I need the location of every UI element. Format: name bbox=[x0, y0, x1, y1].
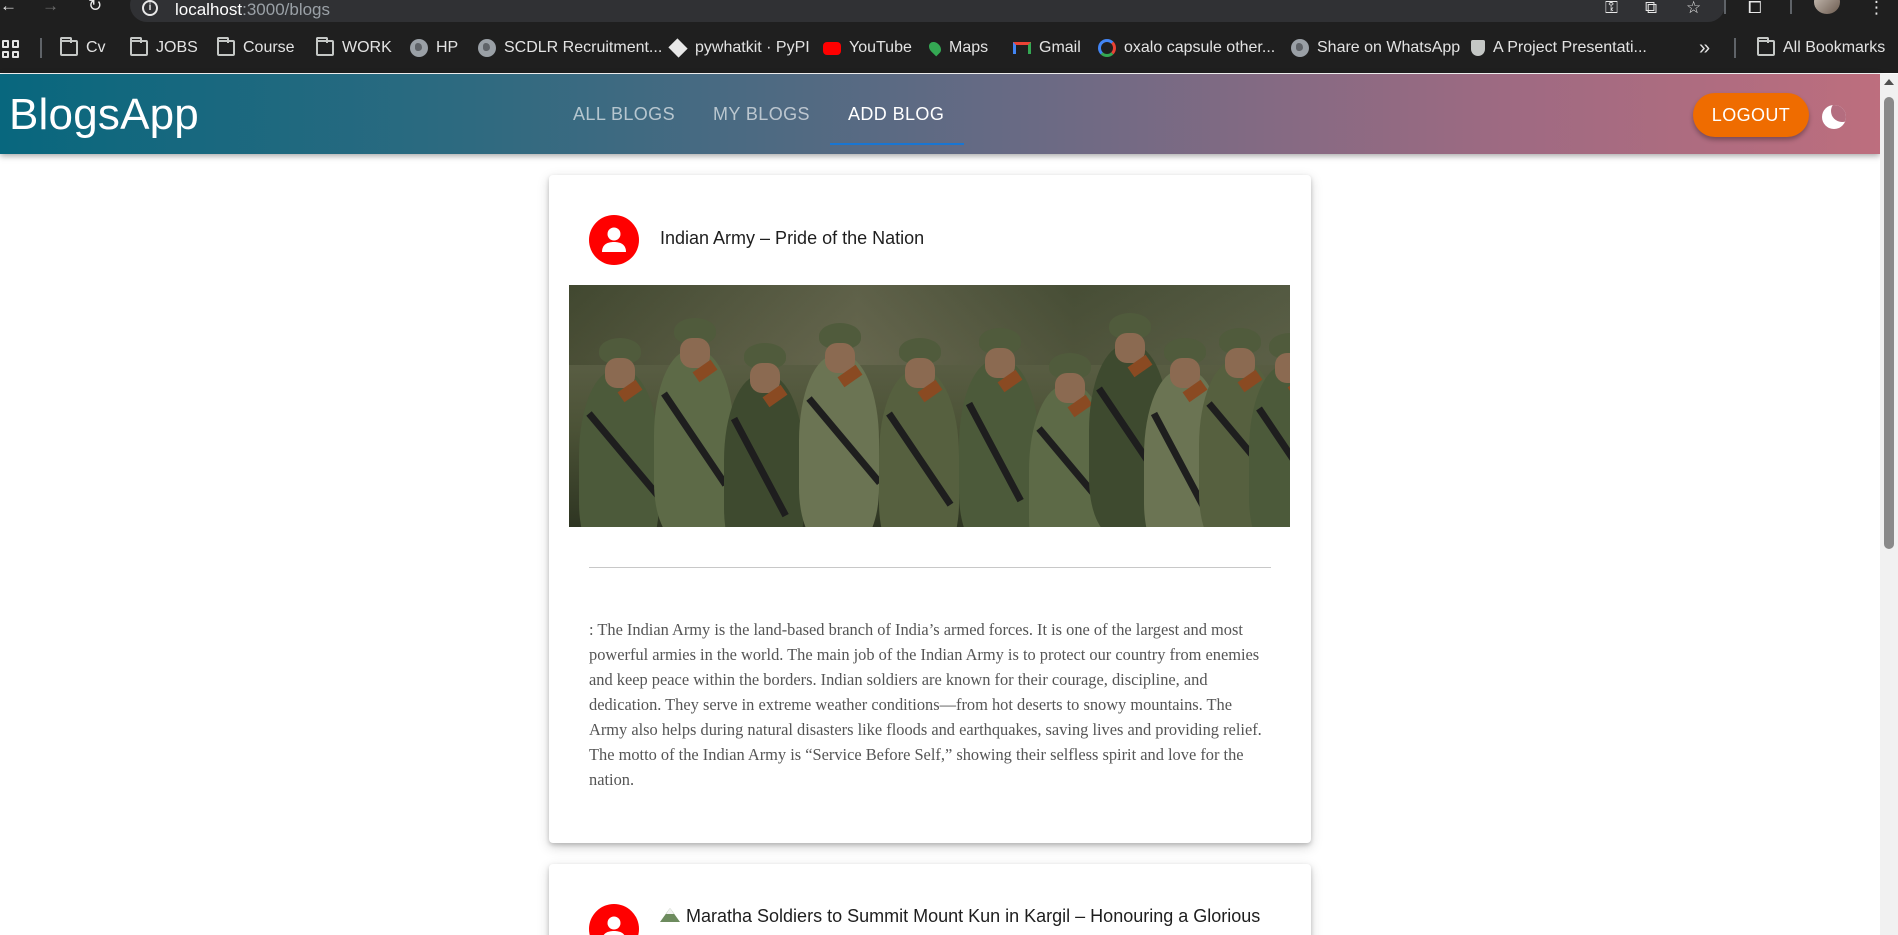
pypi-icon bbox=[668, 38, 688, 58]
bookmark-label: Cv bbox=[86, 39, 106, 56]
bookmark-project[interactable]: A Project Presentati... bbox=[1471, 38, 1647, 58]
profile-avatar[interactable] bbox=[1814, 0, 1840, 14]
youtube-icon bbox=[823, 41, 841, 55]
bookmark-label: SCDLR Recruitment... bbox=[504, 39, 663, 56]
globe-icon bbox=[1291, 39, 1309, 57]
bookmark-jobs[interactable]: JOBS bbox=[130, 37, 198, 58]
scrollbar-thumb[interactable] bbox=[1884, 97, 1894, 549]
shield-icon bbox=[1471, 40, 1485, 56]
all-bookmarks-button[interactable]: All Bookmarks bbox=[1757, 37, 1886, 58]
bookmark-whatsapp[interactable]: Share on WhatsApp bbox=[1291, 38, 1460, 58]
page-scrollbar[interactable] bbox=[1880, 74, 1898, 935]
url-host: localhost bbox=[175, 0, 243, 19]
bookmark-scdlr[interactable]: SCDLR Recruitment... bbox=[478, 38, 662, 58]
bookmark-hp[interactable]: HP bbox=[410, 38, 458, 58]
blog-description: : The Indian Army is the land-based bran… bbox=[589, 620, 1262, 789]
bookmark-label: Course bbox=[243, 39, 295, 56]
bookmark-label: pywhatkit · PyPI bbox=[695, 39, 810, 56]
person-icon bbox=[603, 916, 625, 935]
bookmark-label: Gmail bbox=[1039, 39, 1081, 56]
bookmark-label: WORK bbox=[342, 39, 392, 56]
menu-kebab-icon[interactable]: ⋮ bbox=[1868, 0, 1885, 18]
card-divider bbox=[589, 567, 1271, 568]
folder-icon bbox=[217, 37, 235, 56]
forward-icon[interactable]: → bbox=[42, 0, 59, 14]
maps-icon bbox=[926, 39, 944, 57]
bookmarks-separator bbox=[40, 38, 42, 58]
logout-button[interactable]: Logout bbox=[1693, 93, 1809, 137]
google-icon bbox=[1098, 39, 1116, 57]
toolbar-separator bbox=[1724, 0, 1726, 14]
key-icon[interactable]: ⚿ bbox=[1605, 0, 1618, 18]
apps-grid-icon[interactable] bbox=[2, 40, 20, 58]
toolbar-separator bbox=[1790, 0, 1792, 14]
photo-face bbox=[1275, 353, 1290, 383]
tab-my-blogs[interactable]: My Blogs bbox=[713, 104, 810, 125]
bookmark-label: Share on WhatsApp bbox=[1317, 39, 1461, 56]
avatar bbox=[589, 215, 639, 265]
bookmark-label: A Project Presentati... bbox=[1493, 39, 1647, 56]
folder-icon bbox=[1757, 37, 1775, 56]
app-header: BlogsApp All Blogs My Blogs Add Blog bbox=[0, 74, 1880, 154]
url-path: :3000/blogs bbox=[242, 0, 331, 19]
bookmarks-separator bbox=[1734, 38, 1736, 58]
folder-icon bbox=[316, 37, 334, 56]
blog-title-text: Maratha Soldiers to Summit Mount Kun in … bbox=[686, 906, 1261, 926]
avatar bbox=[589, 904, 639, 935]
bookmark-cv[interactable]: Cv bbox=[60, 37, 106, 58]
blog-image bbox=[569, 285, 1290, 527]
bookmark-course[interactable]: Course bbox=[217, 37, 295, 58]
person-icon bbox=[602, 227, 626, 252]
globe-icon bbox=[410, 39, 428, 57]
bookmark-gmail[interactable]: Gmail bbox=[1013, 38, 1081, 58]
back-icon[interactable]: ← bbox=[0, 0, 17, 14]
bookmark-maps[interactable]: Maps bbox=[926, 38, 989, 58]
install-app-icon[interactable]: ⧉ bbox=[1645, 0, 1657, 18]
moon-icon[interactable] bbox=[1822, 105, 1846, 129]
bookmark-pywhatkit[interactable]: pywhatkit · PyPI bbox=[668, 38, 810, 58]
active-tab-indicator bbox=[830, 143, 964, 145]
bookmark-oxalo[interactable]: oxalo capsule other... bbox=[1098, 38, 1275, 58]
extensions-icon[interactable]: ⧠ bbox=[1748, 0, 1762, 18]
mountain-icon bbox=[660, 908, 680, 922]
bookmark-youtube[interactable]: YouTube bbox=[823, 38, 912, 58]
blog-card: Maratha Soldiers to Summit Mount Kun in … bbox=[549, 864, 1311, 935]
bookmarks-overflow-button[interactable]: » bbox=[1699, 36, 1711, 59]
folder-icon bbox=[130, 37, 148, 56]
globe-icon bbox=[478, 39, 496, 57]
tab-all-blogs[interactable]: All Blogs bbox=[573, 104, 675, 125]
blog-title: Maratha Soldiers to Summit Mount Kun in … bbox=[660, 906, 1260, 927]
star-bookmark-icon[interactable]: ☆ bbox=[1686, 0, 1701, 18]
address-bar[interactable]: i localhost:3000/blogs bbox=[130, 0, 1725, 22]
bookmark-work[interactable]: WORK bbox=[316, 37, 392, 58]
bookmark-label: oxalo capsule other... bbox=[1124, 39, 1276, 56]
bookmark-label: JOBS bbox=[156, 39, 198, 56]
folder-icon bbox=[60, 37, 78, 56]
scroll-up-arrow-icon[interactable] bbox=[1884, 79, 1894, 85]
gmail-icon bbox=[1013, 42, 1031, 54]
blog-card: Indian Army – Pride of the Nation : The … bbox=[549, 175, 1311, 843]
site-info-icon[interactable]: i bbox=[142, 0, 158, 16]
brand-logo[interactable]: BlogsApp bbox=[9, 90, 199, 140]
tab-add-blog[interactable]: Add Blog bbox=[848, 104, 944, 125]
bookmark-label: Maps bbox=[949, 39, 989, 56]
reload-icon[interactable]: ↻ bbox=[88, 0, 102, 14]
url-text[interactable]: localhost:3000/blogs bbox=[175, 0, 330, 20]
bookmark-label: HP bbox=[436, 39, 459, 56]
all-bookmarks-label: All Bookmarks bbox=[1783, 39, 1886, 56]
bookmarks-overflow-label: » bbox=[1699, 36, 1711, 59]
blog-title: Indian Army – Pride of the Nation bbox=[660, 228, 925, 248]
browser-toolbar: ← → ↻ i localhost:3000/blogs ⚿ ⧉ ☆ ⧠ ⋮ bbox=[0, 0, 1898, 25]
bookmark-label: YouTube bbox=[849, 39, 912, 56]
